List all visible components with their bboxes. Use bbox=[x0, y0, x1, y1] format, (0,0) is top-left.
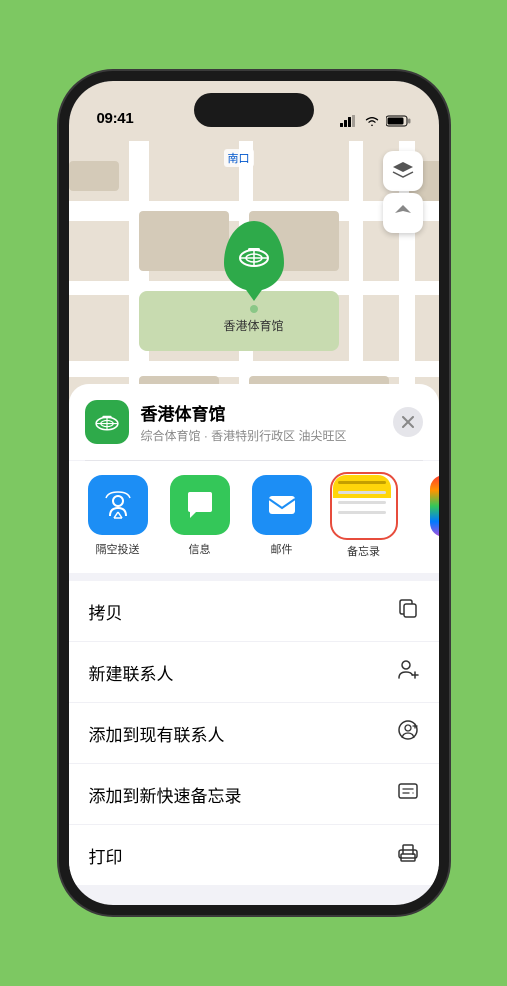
close-icon bbox=[402, 416, 414, 428]
action-add-existing[interactable]: 添加到现有联系人 bbox=[69, 703, 439, 764]
stadium-icon bbox=[235, 238, 271, 274]
pin-shadow bbox=[249, 305, 257, 313]
location-card-text: 香港体育馆 综合体育馆 · 香港特别行政区 油尖旺区 bbox=[141, 400, 393, 444]
close-button[interactable] bbox=[393, 407, 423, 437]
notes-add-icon bbox=[397, 780, 419, 808]
notes-icon bbox=[333, 475, 391, 533]
map-entrance-label: 南口 bbox=[224, 149, 254, 167]
airdrop-label: 隔空投送 bbox=[96, 541, 140, 557]
action-new-contact[interactable]: 新建联系人 bbox=[69, 642, 439, 703]
map-controls bbox=[383, 151, 423, 235]
messages-icon bbox=[183, 488, 217, 522]
location-card-stadium-icon bbox=[93, 408, 121, 436]
wifi-icon bbox=[364, 115, 380, 127]
action-add-existing-label: 添加到现有联系人 bbox=[89, 721, 225, 746]
notes-icon-highlighted bbox=[333, 475, 395, 537]
pin-icon-container bbox=[223, 221, 283, 291]
share-row: 隔空投送 信息 bbox=[69, 461, 439, 573]
location-card-icon bbox=[85, 400, 129, 444]
action-copy-label: 拷贝 bbox=[89, 599, 123, 624]
copy-icon bbox=[397, 597, 419, 625]
phone-inner: 09:41 bbox=[69, 81, 439, 905]
mail-icon bbox=[265, 488, 299, 522]
action-list: 拷贝 新建联系人 bbox=[69, 581, 439, 885]
share-item-mail[interactable]: 邮件 bbox=[247, 475, 317, 559]
dynamic-island bbox=[194, 93, 314, 127]
share-item-messages[interactable]: 信息 bbox=[165, 475, 235, 559]
phone-frame: 09:41 bbox=[59, 71, 449, 915]
notes-line-3 bbox=[338, 501, 386, 504]
location-card: 香港体育馆 综合体育馆 · 香港特别行政区 油尖旺区 bbox=[69, 384, 439, 460]
action-print[interactable]: 打印 bbox=[69, 825, 439, 885]
notes-line-4 bbox=[338, 511, 386, 514]
location-arrow-icon bbox=[393, 203, 413, 223]
action-add-notes-label: 添加到新快速备忘录 bbox=[89, 782, 242, 807]
location-subtitle: 综合体育馆 · 香港特别行政区 油尖旺区 bbox=[141, 427, 393, 444]
notes-line-1 bbox=[338, 481, 386, 484]
action-add-notes[interactable]: 添加到新快速备忘录 bbox=[69, 764, 439, 825]
airdrop-icon-bg bbox=[88, 475, 148, 535]
location-pin: 香港体育馆 bbox=[223, 221, 283, 334]
airdrop-icon bbox=[101, 488, 135, 522]
action-copy[interactable]: 拷贝 bbox=[69, 581, 439, 642]
share-item-more[interactable]: 提 bbox=[411, 475, 439, 559]
location-name: 香港体育馆 bbox=[141, 400, 393, 425]
share-item-notes[interactable]: 备忘录 bbox=[329, 475, 399, 559]
messages-label: 信息 bbox=[189, 541, 211, 557]
map-layers-icon bbox=[392, 160, 414, 182]
location-button[interactable] bbox=[383, 193, 423, 233]
print-icon bbox=[397, 841, 419, 869]
action-print-label: 打印 bbox=[89, 843, 123, 868]
mail-icon-bg bbox=[252, 475, 312, 535]
status-time: 09:41 bbox=[97, 110, 134, 127]
more-icon-bg bbox=[430, 475, 439, 537]
action-new-contact-label: 新建联系人 bbox=[89, 660, 174, 685]
signal-icon bbox=[340, 115, 358, 127]
share-item-airdrop[interactable]: 隔空投送 bbox=[83, 475, 153, 559]
mail-label: 邮件 bbox=[271, 541, 293, 557]
person-circle-icon bbox=[397, 719, 419, 747]
notes-line-2 bbox=[338, 491, 386, 494]
status-icons bbox=[340, 115, 411, 127]
notes-label: 备忘录 bbox=[347, 543, 380, 559]
battery-icon bbox=[386, 115, 411, 127]
messages-icon-bg bbox=[170, 475, 230, 535]
bottom-sheet: 香港体育馆 综合体育馆 · 香港特别行政区 油尖旺区 bbox=[69, 384, 439, 905]
pin-label: 香港体育馆 bbox=[223, 317, 283, 334]
person-add-icon bbox=[397, 658, 419, 686]
map-type-button[interactable] bbox=[383, 151, 423, 191]
